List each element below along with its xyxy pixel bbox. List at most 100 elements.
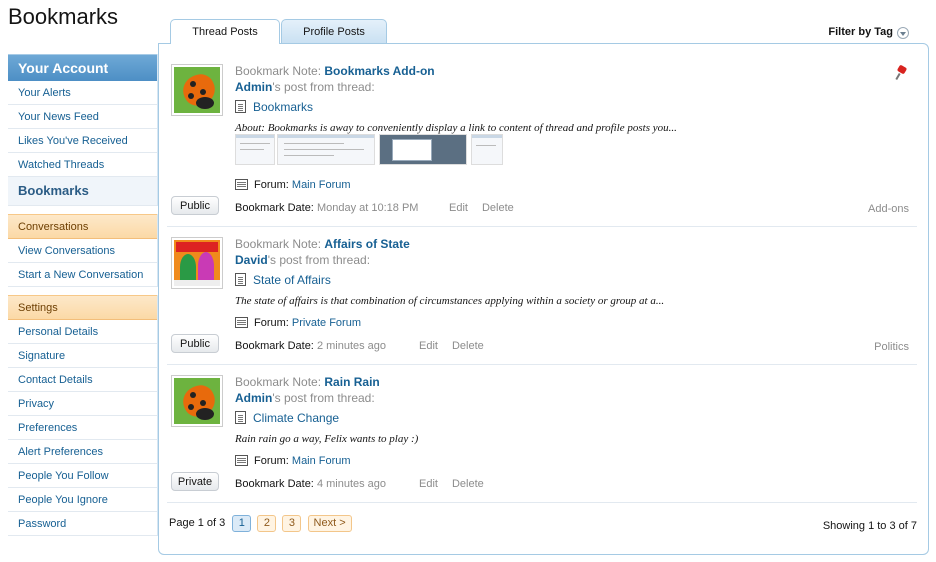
thread-link[interactable]: Climate Change <box>253 411 339 425</box>
post-excerpt: Rain rain go a way, Felix wants to play … <box>235 433 419 445</box>
next-page-button[interactable]: Next > <box>307 515 352 532</box>
bookmark-note: Bookmark Note: Bookmarks Add-on <box>235 64 435 78</box>
ladybug-icon <box>174 67 220 113</box>
sidebar-item-bookmarks[interactable]: Bookmarks <box>8 177 157 206</box>
bookmark-date: 2 minutes ago <box>316 340 387 352</box>
sidebar-item-personal-details[interactable]: Personal Details <box>8 320 157 344</box>
sidebar-item-privacy[interactable]: Privacy <box>8 392 157 416</box>
post-source-text: 's post from thread: <box>272 80 375 94</box>
sidebar-item-signature[interactable]: Signature <box>8 344 157 368</box>
bookmark-list-panel: Public Bookmark Note: Bookmarks Add-on A… <box>158 43 929 555</box>
date-label: Bookmark Date: <box>235 478 314 490</box>
note-prefix: Bookmark Note: <box>235 237 322 251</box>
note-prefix: Bookmark Note: <box>235 64 322 78</box>
ladybug-icon <box>174 378 220 424</box>
conversations-header[interactable]: Conversations <box>8 214 157 239</box>
avatar[interactable] <box>171 64 223 116</box>
username-link[interactable]: Admin <box>235 80 272 94</box>
chevron-down-icon[interactable] <box>897 27 909 39</box>
thread-link[interactable]: Bookmarks <box>253 100 313 114</box>
document-icon <box>235 411 246 424</box>
delete-link[interactable]: Delete <box>452 478 484 490</box>
filter-by-tag-label: Filter by Tag <box>828 26 893 38</box>
page-link-1[interactable]: 1 <box>232 515 252 532</box>
sidebar-item-your-alerts[interactable]: Your Alerts <box>8 81 157 105</box>
post-source: Admin's post from thread: <box>235 391 375 405</box>
page-title: Bookmarks <box>8 4 119 29</box>
forum-icon <box>235 179 248 190</box>
page-count: Page 1 of 3 <box>169 517 226 529</box>
forum-link[interactable]: Private Forum <box>292 317 361 329</box>
edit-link[interactable]: Edit <box>419 340 438 352</box>
sidebar-item-people-you-ignore[interactable]: People You Ignore <box>8 488 157 512</box>
bookmark-item: Public Bookmark Note: Affairs of State D… <box>167 237 917 365</box>
forum-link[interactable]: Main Forum <box>292 455 351 467</box>
tag-link[interactable]: Add-ons <box>868 203 909 215</box>
note-title-link[interactable]: Rain Rain <box>324 375 379 389</box>
account-menu: Your Account Your Alerts Your News Feed … <box>8 54 158 206</box>
tab-profile-posts[interactable]: Profile Posts <box>281 19 387 44</box>
thread-link-row: Bookmarks <box>235 100 313 114</box>
attachment-thumbnail[interactable] <box>379 134 467 165</box>
post-source: Admin's post from thread: <box>235 80 375 94</box>
sidebar-item-preferences[interactable]: Preferences <box>8 416 157 440</box>
thread-link[interactable]: State of Affairs <box>253 273 331 287</box>
edit-link[interactable]: Edit <box>419 478 438 490</box>
visibility-button[interactable]: Private <box>171 472 219 491</box>
forum-label: Forum: <box>254 317 289 329</box>
page-link-3[interactable]: 3 <box>282 515 302 532</box>
bookmark-date: 4 minutes ago <box>316 478 387 490</box>
attachment-thumbnail[interactable] <box>235 134 275 165</box>
bookmark-date: Monday at 10:18 PM <box>316 202 419 214</box>
forum-icon <box>235 455 248 466</box>
delete-link[interactable]: Delete <box>452 340 484 352</box>
thread-link-row: Climate Change <box>235 411 339 425</box>
sidebar-item-news-feed[interactable]: Your News Feed <box>8 105 157 129</box>
sidebar-item-password[interactable]: Password <box>8 512 157 536</box>
visibility-button[interactable]: Public <box>171 196 219 215</box>
post-source-text: 's post from thread: <box>272 391 375 405</box>
bookmark-actions: Edit Delete <box>419 478 498 490</box>
post-source-text: 's post from thread: <box>267 253 371 267</box>
sidebar-item-likes-received[interactable]: Likes You've Received <box>8 129 157 153</box>
note-title-link[interactable]: Affairs of State <box>324 237 409 251</box>
post-excerpt: About: Bookmarks is away to conveniently… <box>235 122 677 134</box>
bookmark-date-row: Bookmark Date: 2 minutes ago <box>235 340 386 352</box>
forum-icon <box>235 317 248 328</box>
forum-link[interactable]: Main Forum <box>292 179 351 191</box>
tab-thread-posts[interactable]: Thread Posts <box>170 19 280 44</box>
sidebar-item-watched-threads[interactable]: Watched Threads <box>8 153 157 177</box>
avatar[interactable] <box>171 375 223 427</box>
date-label: Bookmark Date: <box>235 202 314 214</box>
document-icon <box>235 100 246 113</box>
bookmark-item: Private Bookmark Note: Rain Rain Admin's… <box>167 375 917 503</box>
avatar[interactable] <box>171 237 223 289</box>
bookmark-date-row: Bookmark Date: 4 minutes ago <box>235 478 386 490</box>
sidebar-item-start-conversation[interactable]: Start a New Conversation <box>8 263 157 287</box>
attachment-thumbnail[interactable] <box>471 134 503 165</box>
sidebar-item-view-conversations[interactable]: View Conversations <box>8 239 157 263</box>
page-link-2[interactable]: 2 <box>257 515 277 532</box>
settings-header[interactable]: Settings <box>8 295 157 320</box>
your-account-header[interactable]: Your Account <box>8 54 157 81</box>
attachment-thumbnail[interactable] <box>277 134 375 165</box>
tag-link[interactable]: Politics <box>874 341 909 353</box>
note-prefix: Bookmark Note: <box>235 375 322 389</box>
note-title-link[interactable]: Bookmarks Add-on <box>324 64 434 78</box>
forum-row: Forum: Private Forum <box>235 317 361 329</box>
sidebar-item-people-you-follow[interactable]: People You Follow <box>8 464 157 488</box>
forum-label: Forum: <box>254 455 289 467</box>
document-icon <box>235 273 246 286</box>
username-link[interactable]: David <box>235 253 268 267</box>
delete-link[interactable]: Delete <box>482 202 514 214</box>
bookmark-date-row: Bookmark Date: Monday at 10:18 PM <box>235 202 418 214</box>
edit-link[interactable]: Edit <box>449 202 468 214</box>
pin-icon[interactable] <box>895 66 907 80</box>
visibility-button[interactable]: Public <box>171 334 219 353</box>
bookmark-actions: Edit Delete <box>449 202 528 214</box>
username-link[interactable]: Admin <box>235 391 272 405</box>
forum-label: Forum: <box>254 179 289 191</box>
pagination: Page 1 of 3 1 2 3 Next > <box>169 515 352 532</box>
sidebar-item-alert-preferences[interactable]: Alert Preferences <box>8 440 157 464</box>
sidebar-item-contact-details[interactable]: Contact Details <box>8 368 157 392</box>
